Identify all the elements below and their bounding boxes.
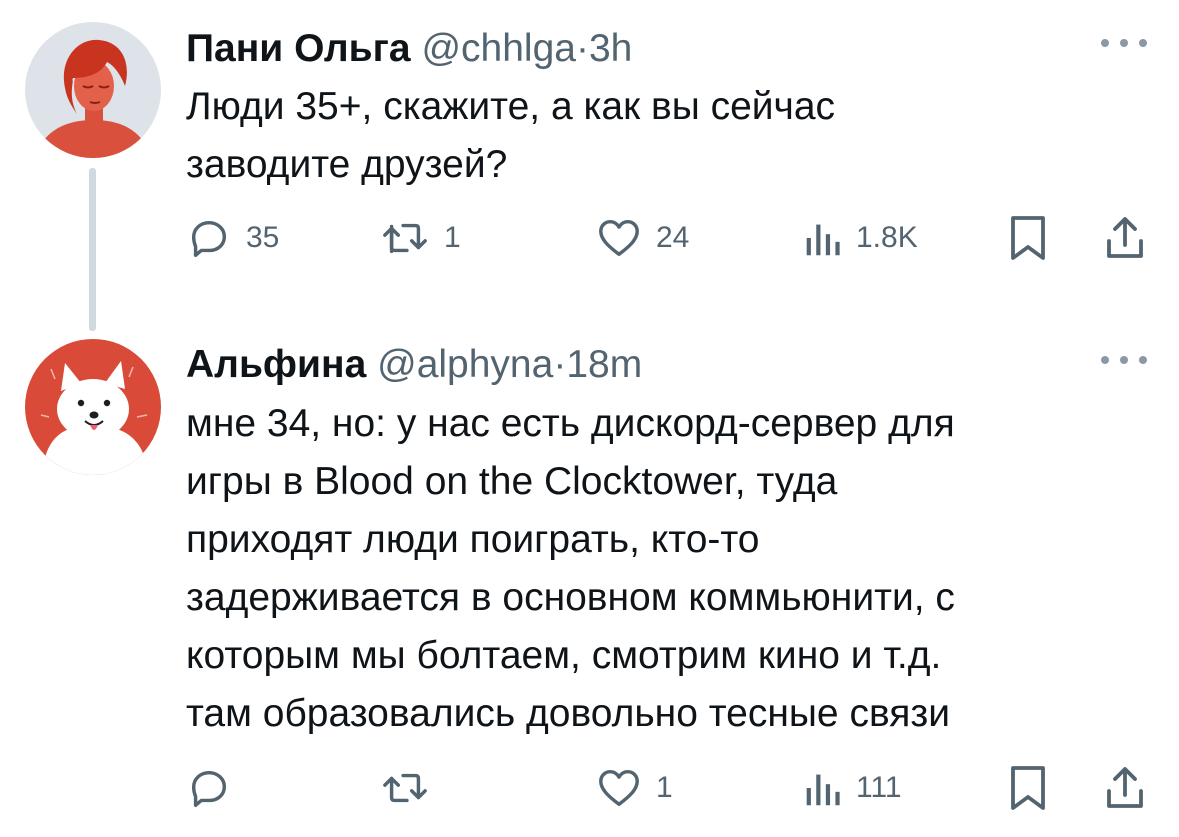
bookmark-icon — [1011, 216, 1045, 260]
heart-icon — [599, 769, 639, 807]
tweet-text: мне 34, но: у нас есть дискорд-сервер дл… — [186, 395, 1146, 743]
tweet-2-actions: 1 111 — [186, 763, 1156, 813]
tweet-1-actions: 35 1 24 1.8K — [186, 213, 1156, 263]
retweet-icon — [383, 773, 427, 803]
separator-dot: · — [575, 27, 589, 70]
views-icon — [806, 774, 840, 806]
tweet-text-line: заводите друзей? — [186, 143, 508, 186]
display-name[interactable]: Пани Ольга — [186, 27, 411, 70]
like-count: 24 — [656, 221, 690, 254]
like-button[interactable]: 24 — [596, 213, 689, 263]
share-icon — [1107, 767, 1143, 808]
reply-icon — [191, 770, 227, 807]
tweet-2[interactable]: Альфина @alphyna·18m мне 34, но: у нас е… — [0, 335, 1179, 837]
tweet-1-header: Пани Ольга @chhlga·3h — [186, 27, 632, 71]
more-icon[interactable] — [1101, 36, 1147, 50]
more-icon[interactable] — [1101, 353, 1147, 367]
reply-count: 35 — [246, 221, 280, 254]
tweet-text-line: мне 34, но: у нас есть дискорд-сервер дл… — [186, 402, 955, 445]
retweet-icon — [383, 223, 427, 254]
display-name[interactable]: Альфина — [186, 343, 366, 386]
tweet-text-line: задерживается в основном коммьюнити, с — [186, 576, 955, 619]
user-handle[interactable]: @chhlga — [421, 27, 576, 70]
views-button[interactable]: 111 — [802, 763, 902, 813]
thread-line — [89, 168, 96, 331]
reply-icon — [191, 220, 227, 257]
bookmark-button[interactable] — [1006, 763, 1050, 813]
tweet-text-line: которым мы болтаем, смотрим кино и т.д. — [186, 634, 942, 677]
views-count: 111 — [856, 771, 902, 804]
avatar-alfina[interactable] — [25, 339, 161, 475]
retweet-button[interactable]: 1 — [380, 213, 461, 263]
share-button[interactable] — [1103, 213, 1147, 263]
tweet-1[interactable]: Пани Ольга @chhlga·3h Люди 35+, скажите,… — [0, 0, 1179, 335]
heart-icon — [599, 219, 639, 257]
share-icon — [1107, 217, 1143, 258]
separator-dot: · — [553, 343, 567, 386]
avatar-pani-olga[interactable] — [25, 22, 161, 158]
views-count: 1.8K — [856, 221, 918, 254]
timestamp[interactable]: 3h — [589, 27, 632, 70]
user-handle[interactable]: @alphyna — [377, 343, 553, 386]
tweet-text-line: там образовались довольно тесные связи — [186, 692, 951, 735]
retweet-count: 1 — [444, 221, 461, 254]
share-button[interactable] — [1103, 763, 1147, 813]
like-button[interactable]: 1 — [596, 763, 673, 813]
bookmark-icon — [1011, 766, 1045, 810]
retweet-button[interactable] — [380, 763, 444, 813]
tweet-text-line: приходят люди поиграть, кто-то — [186, 518, 760, 561]
timestamp[interactable]: 18m — [566, 343, 642, 386]
views-icon — [806, 224, 840, 256]
views-button[interactable]: 1.8K — [802, 213, 918, 263]
bookmark-button[interactable] — [1006, 213, 1050, 263]
tweet-text-line: игры в Blood on the Clocktower, туда — [186, 460, 838, 503]
tweet-2-header: Альфина @alphyna·18m — [186, 343, 642, 387]
tweet-text-line: Люди 35+, скажите, а как вы сейчас — [186, 85, 836, 128]
reply-button[interactable] — [186, 763, 246, 813]
tweet-text: Люди 35+, скажите, а как вы сейчас завод… — [186, 78, 1146, 194]
like-count: 1 — [656, 771, 673, 804]
reply-button[interactable]: 35 — [186, 213, 279, 263]
